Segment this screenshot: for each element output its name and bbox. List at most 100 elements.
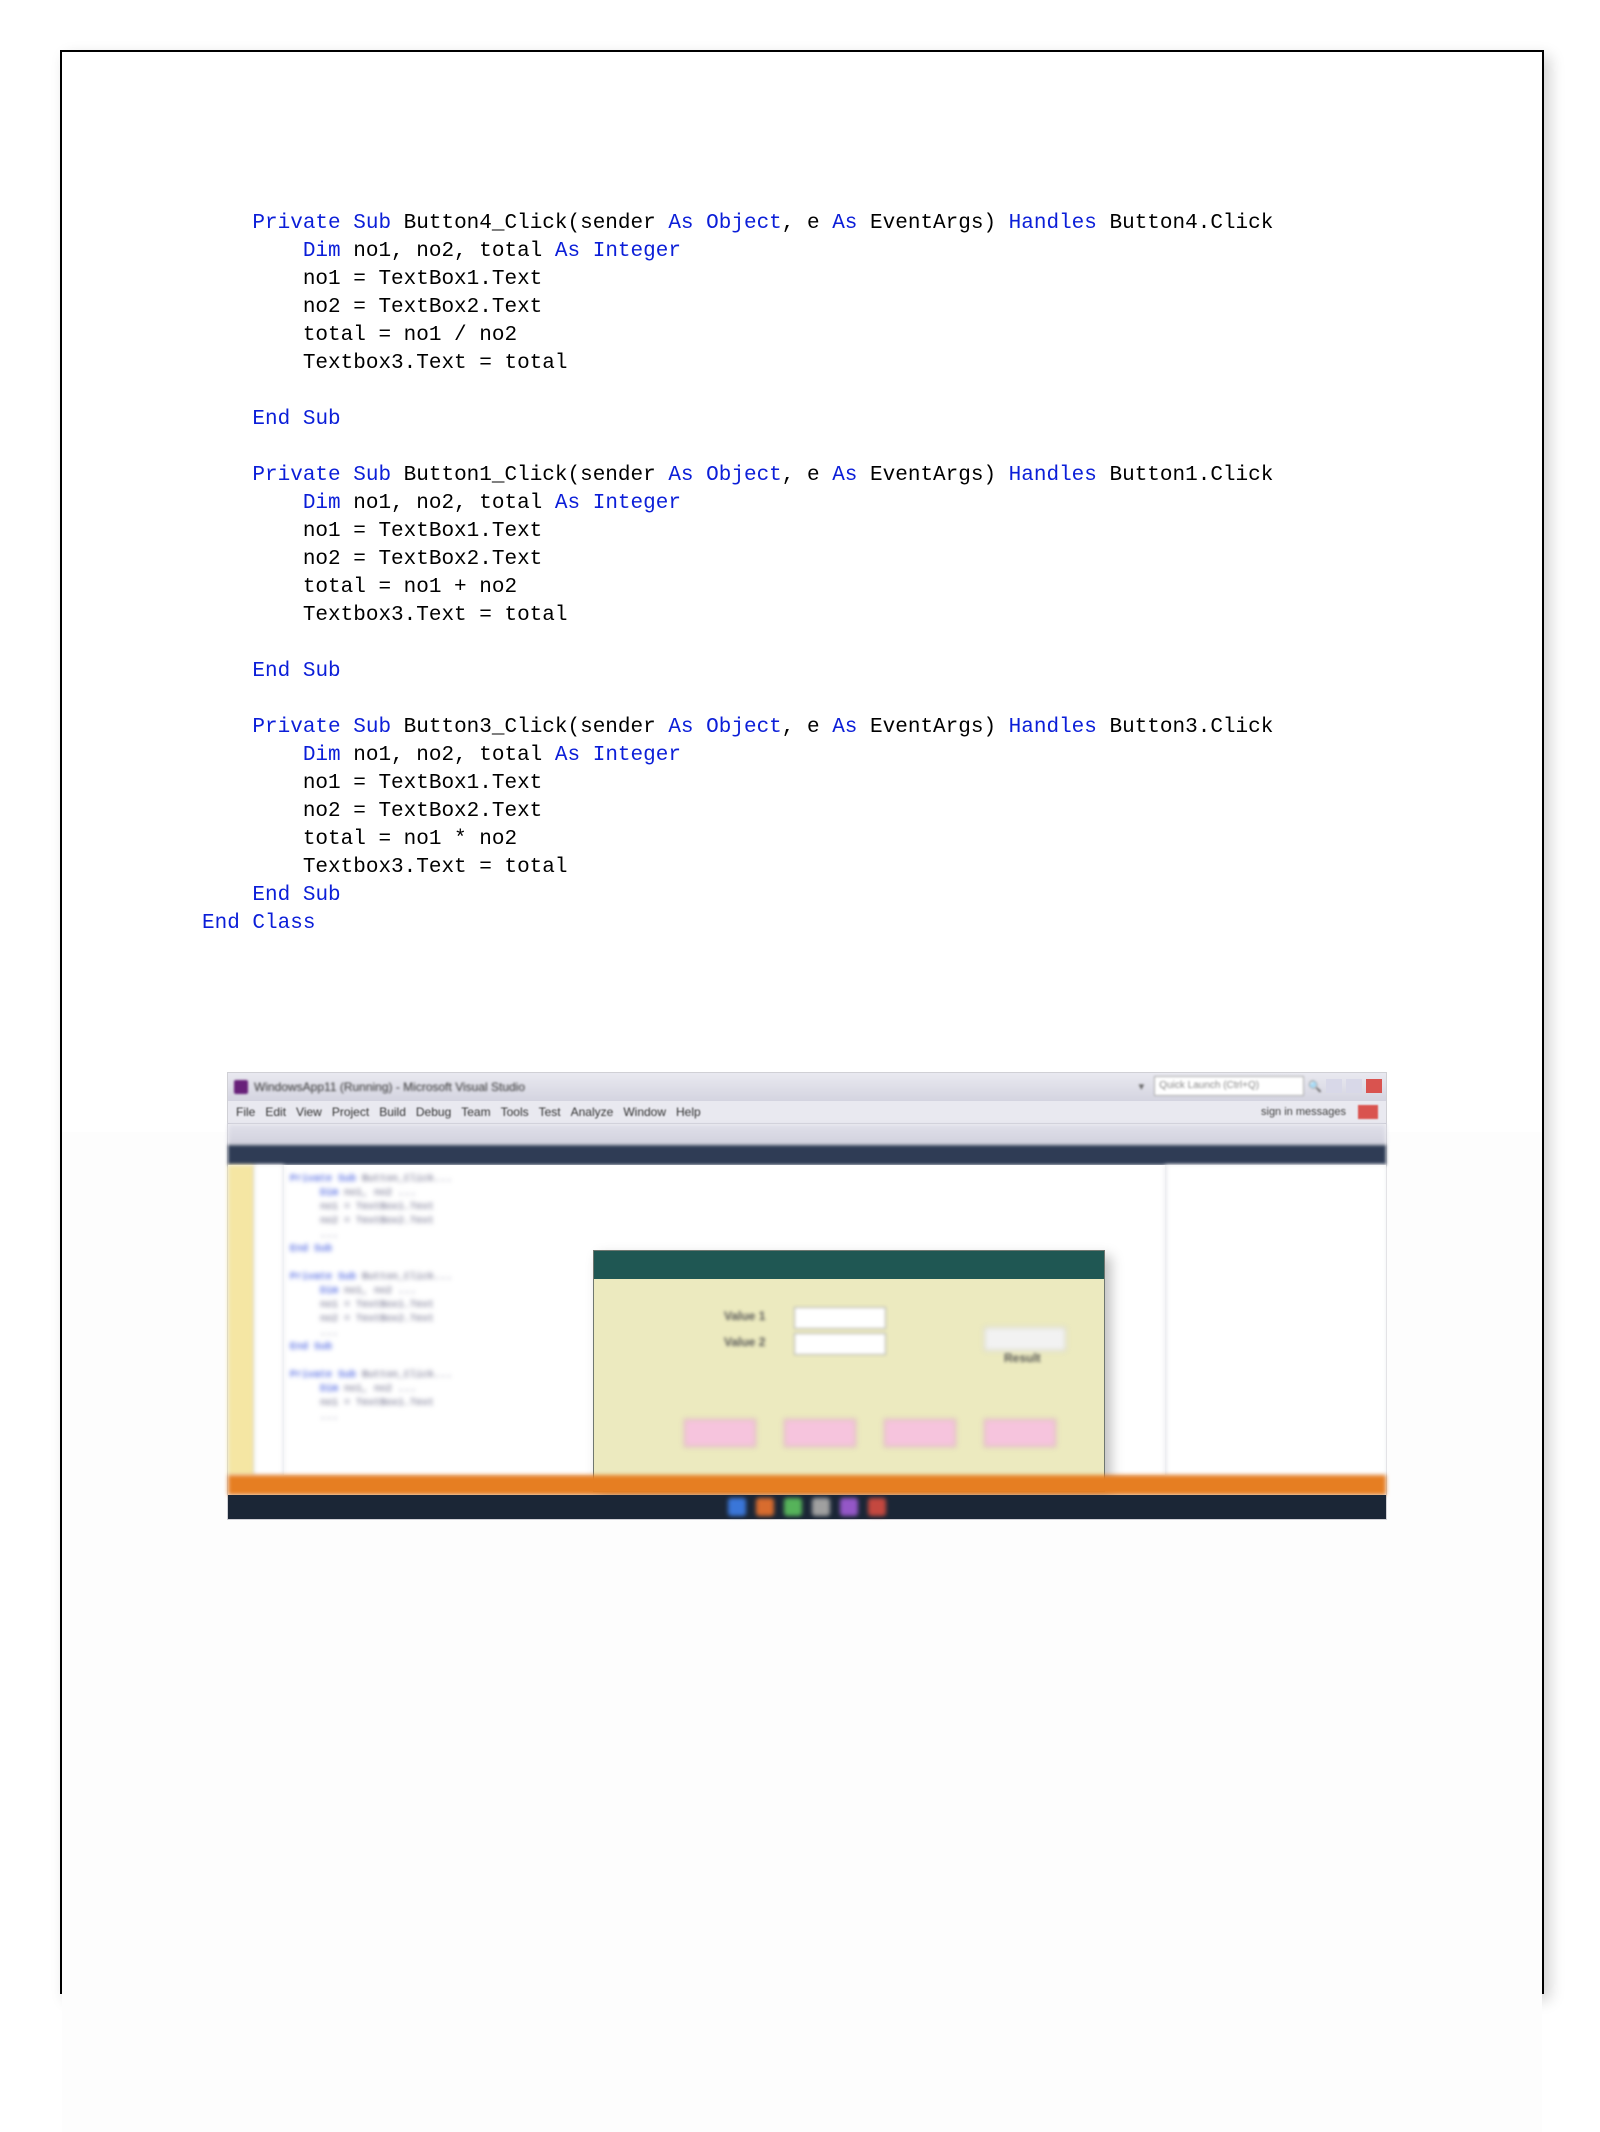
search-icon[interactable]: 🔍 — [1308, 1080, 1322, 1093]
keyword-sub-3: Sub — [353, 716, 391, 739]
button-subtract[interactable] — [784, 1419, 856, 1447]
document-page: Private Sub Button4_Click(sender As Obje… — [60, 50, 1544, 1994]
menu-test[interactable]: Test — [539, 1105, 561, 1119]
sub3-handles-target: Button3.Click — [1110, 716, 1274, 739]
keyword-end-class-2: Class — [252, 912, 315, 935]
keyword-as-5: As — [832, 464, 857, 487]
menu-file[interactable]: File — [236, 1105, 255, 1119]
taskbar-icon[interactable] — [868, 1498, 886, 1516]
keyword-sub-end-3: Sub — [303, 884, 341, 907]
keyword-object-2: Object — [706, 464, 782, 487]
code-listing: Private Sub Button4_Click(sender As Obje… — [202, 182, 1442, 966]
sub3-dim-vars: no1, no2, total — [341, 744, 555, 767]
sub3-line2: no2 = TextBox2.Text — [303, 800, 542, 823]
keyword-sub-end-1: Sub — [303, 408, 341, 431]
sub3-signature: Button3_Click(sender — [404, 716, 656, 739]
ide-statusbar — [228, 1475, 1386, 1495]
keyword-handles-3: Handles — [1009, 716, 1097, 739]
keyword-object-3: Object — [706, 716, 782, 739]
menu-edit[interactable]: Edit — [265, 1105, 286, 1119]
textbox-result[interactable] — [984, 1327, 1066, 1351]
textbox-value1[interactable] — [794, 1307, 886, 1329]
keyword-end-2: End — [252, 660, 290, 683]
keyword-private-3: Private — [252, 716, 340, 739]
windows-taskbar — [228, 1495, 1386, 1519]
menu-build[interactable]: Build — [379, 1105, 406, 1119]
textbox-value2[interactable] — [794, 1333, 886, 1355]
keyword-as-7: As — [668, 716, 693, 739]
form-body: Value 1 Value 2 Result — [594, 1279, 1104, 1491]
notifications-badge-icon[interactable] — [1358, 1105, 1378, 1119]
keyword-dim-3: Dim — [303, 744, 341, 767]
keyword-end-class-1: End — [202, 912, 240, 935]
sub2-args-mid: , e — [782, 464, 832, 487]
keyword-end-1: End — [252, 408, 290, 431]
sub2-args-end: EventArgs) — [870, 464, 996, 487]
sub1-line2: no2 = TextBox2.Text — [303, 296, 542, 319]
menu-window[interactable]: Window — [623, 1105, 666, 1119]
minimize-button[interactable] — [1326, 1079, 1342, 1093]
keyword-sub-end-2: Sub — [303, 660, 341, 683]
sub3-args-mid: , e — [782, 716, 832, 739]
ide-tabstrip — [228, 1145, 1386, 1165]
sub2-dim-vars: no1, no2, total — [341, 492, 555, 515]
ide-toolbar — [228, 1124, 1386, 1145]
close-button[interactable] — [1366, 1079, 1382, 1093]
sub3-line1: no1 = TextBox1.Text — [303, 772, 542, 795]
menu-debug[interactable]: Debug — [416, 1105, 451, 1119]
button-add[interactable] — [684, 1419, 756, 1447]
taskbar-icon[interactable] — [812, 1498, 830, 1516]
keyword-as-9: As — [555, 744, 580, 767]
ide-titlebar: WindowsApp11 (Running) - Microsoft Visua… — [228, 1073, 1386, 1101]
sub2-line2: no2 = TextBox2.Text — [303, 548, 542, 571]
ide-menubar: File Edit View Project Build Debug Team … — [228, 1101, 1386, 1124]
keyword-as: As — [668, 212, 693, 235]
taskbar-icon[interactable] — [728, 1498, 746, 1516]
keyword-as-6: As — [555, 492, 580, 515]
maximize-button[interactable] — [1346, 1079, 1362, 1093]
menu-team[interactable]: Team — [461, 1105, 490, 1119]
keyword-as-3: As — [555, 240, 580, 263]
ide-left-tool-tab[interactable] — [228, 1165, 255, 1475]
sub3-args-end: EventArgs) — [870, 716, 996, 739]
sub3-line3: total = no1 * no2 — [303, 828, 517, 851]
sub2-signature: Button1_Click(sender — [404, 464, 656, 487]
keyword-private: Private — [252, 212, 340, 235]
keyword-handles-2: Handles — [1009, 464, 1097, 487]
sub1-args-mid: , e — [782, 212, 832, 235]
taskbar-icon[interactable] — [840, 1498, 858, 1516]
menu-help[interactable]: Help — [676, 1105, 701, 1119]
label-result: Result — [1004, 1351, 1041, 1365]
keyword-integer: Integer — [593, 240, 681, 263]
sub1-line1: no1 = TextBox1.Text — [303, 268, 542, 291]
keyword-as-2: As — [832, 212, 857, 235]
visual-studio-window: WindowsApp11 (Running) - Microsoft Visua… — [227, 1072, 1387, 1520]
keyword-dim-2: Dim — [303, 492, 341, 515]
sub1-line3: total = no1 / no2 — [303, 324, 517, 347]
menu-project[interactable]: Project — [332, 1105, 369, 1119]
sub1-signature: Button4_Click(sender — [404, 212, 656, 235]
ide-sign-in[interactable]: sign in messages — [1261, 1106, 1346, 1118]
menu-tools[interactable]: Tools — [501, 1105, 529, 1119]
menu-view[interactable]: View — [296, 1105, 322, 1119]
quick-launch-input[interactable]: Quick Launch (Ctrl+Q) — [1154, 1076, 1304, 1096]
keyword-handles: Handles — [1009, 212, 1097, 235]
keyword-sub: Sub — [353, 212, 391, 235]
form-titlebar[interactable] — [594, 1251, 1104, 1279]
ide-right-panel — [1165, 1165, 1386, 1475]
sub1-args-end: EventArgs) — [870, 212, 996, 235]
vs-logo-icon — [234, 1080, 248, 1094]
sub1-dim-vars: no1, no2, total — [341, 240, 555, 263]
taskbar-icon[interactable] — [784, 1498, 802, 1516]
sub3-line4: Textbox3.Text = total — [303, 856, 568, 879]
ide-title: WindowsApp11 (Running) - Microsoft Visua… — [254, 1080, 525, 1094]
sub2-line3: total = no1 + no2 — [303, 576, 517, 599]
button-multiply[interactable] — [884, 1419, 956, 1447]
menu-analyze[interactable]: Analyze — [571, 1105, 614, 1119]
button-divide[interactable] — [984, 1419, 1056, 1447]
sub1-handles-target: Button4.Click — [1110, 212, 1274, 235]
taskbar-icon[interactable] — [756, 1498, 774, 1516]
keyword-as-4: As — [668, 464, 693, 487]
keyword-dim: Dim — [303, 240, 341, 263]
runtime-form-window[interactable]: Value 1 Value 2 Result — [593, 1250, 1105, 1492]
